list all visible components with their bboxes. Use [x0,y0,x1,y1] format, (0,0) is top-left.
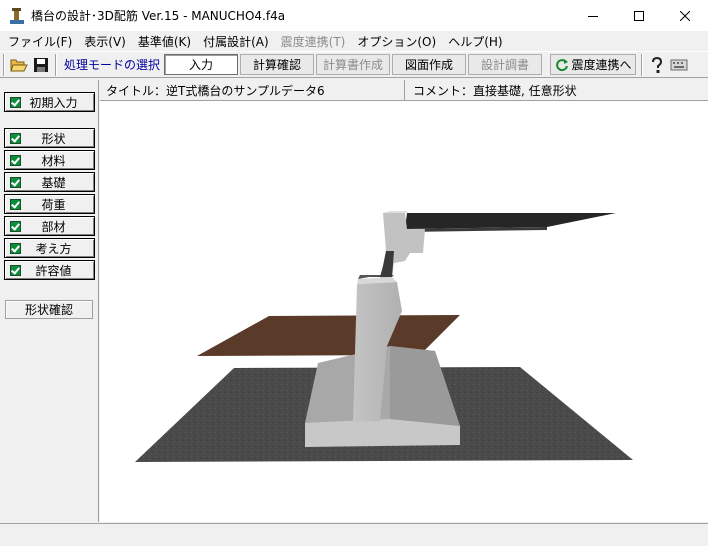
info-bar: タイトル：逆T式橋台のサンプルデータ6 コメント：直接基礎, 任意形状 [100,80,708,101]
app-abutment-icon [9,7,25,25]
check-icon [10,242,21,254]
check-icon [10,264,21,276]
minimize-icon [588,15,598,17]
toolbar: 処理モードの選択 入力 計算確認 計算書作成 図面作成 設計調書 震度連携へ [0,51,708,78]
shape-input-button[interactable]: 形状 [4,128,95,148]
input-mode-button[interactable]: 入力 [164,54,239,75]
approach-input-button[interactable]: 考え方 [4,238,95,258]
status-bar [0,523,708,546]
check-icon [10,154,21,166]
menu-file[interactable]: ファイル(F) [2,33,78,50]
load-input-label: 荷重 [41,197,66,212]
minimize-button[interactable] [570,0,616,31]
help-button[interactable] [646,54,668,76]
menu-attached-design[interactable]: 付属設計(A) [197,33,275,50]
close-button[interactable] [662,0,708,31]
member-input-label: 部材 [41,219,66,234]
abutment-3d-render [135,211,633,462]
folder-open-icon [10,59,28,71]
check-icon [10,96,21,108]
allowable-value-button[interactable]: 許容値 [4,260,95,280]
data-comment: コメント：直接基礎, 任意形状 [413,83,577,98]
foundation-input-label: 基礎 [41,175,66,190]
material-input-button[interactable]: 材料 [4,150,95,170]
seismic-link-button[interactable]: 震度連携へ [550,54,637,75]
input-navigation-panel: 初期入力 形状 材料 基礎 荷重 部材 考え方 許容値 形状確認 [0,80,99,522]
material-input-label: 材料 [41,153,66,168]
question-mark-icon [652,56,663,73]
save-file-button[interactable] [30,54,52,76]
seismic-link-label: 震度連携へ [571,58,632,72]
report-create-button[interactable]: 計算書作成 [316,54,391,75]
check-icon [10,132,21,144]
initial-input-button[interactable]: 初期入力 [4,92,95,112]
close-icon [680,10,690,21]
shape-check-button[interactable]: 形状確認 [5,300,93,319]
toolbar-separator [55,53,57,76]
check-icon [10,176,21,188]
window-title: 橋台の設計･3D配筋 Ver.15 - MANUCHO4.f4a [31,9,286,23]
initial-input-label: 初期入力 [29,95,78,110]
check-icon [10,198,21,210]
mode-select-label: 処理モードの選択 [64,58,161,72]
maximize-icon [634,10,644,21]
bridge-deck [405,213,616,229]
shape-input-label: 形状 [41,131,66,146]
maximize-button[interactable] [616,0,662,31]
member-input-button[interactable]: 部材 [4,216,95,236]
title-bar[interactable]: 橋台の設計･3D配筋 Ver.15 - MANUCHO4.f4a [0,0,708,31]
keyboard-button[interactable] [668,54,690,76]
toolbar-separator [641,53,644,76]
menu-view[interactable]: 表示(V) [78,33,132,50]
allowable-value-label: 許容値 [35,263,72,278]
approach-input-label: 考え方 [35,241,72,256]
menu-help[interactable]: ヘルプ(H) [442,33,508,50]
open-file-button[interactable] [8,54,30,76]
menu-bar: ファイル(F) 表示(V) 基準値(K) 付属設計(A) 震度連携(T) オプシ… [0,31,708,51]
drawing-create-button[interactable]: 図面作成 [392,54,467,75]
design-record-button[interactable]: 設計調書 [468,54,543,75]
load-input-button[interactable]: 荷重 [4,194,95,214]
menu-seismic-link[interactable]: 震度連携(T) [275,33,352,50]
check-icon [10,220,21,232]
refresh-icon [555,58,568,71]
calc-check-button[interactable]: 計算確認 [240,54,315,75]
menu-standard-values[interactable]: 基準値(K) [132,33,197,50]
menu-options[interactable]: オプション(O) [351,33,442,50]
data-title: タイトル：逆T式橋台のサンプルデータ6 [100,80,405,100]
foundation-input-button[interactable]: 基礎 [4,172,95,192]
floppy-disk-icon [34,57,48,72]
3d-model-viewport[interactable] [100,101,708,522]
keyboard-icon [670,59,688,70]
toolbar-grip [3,53,5,76]
